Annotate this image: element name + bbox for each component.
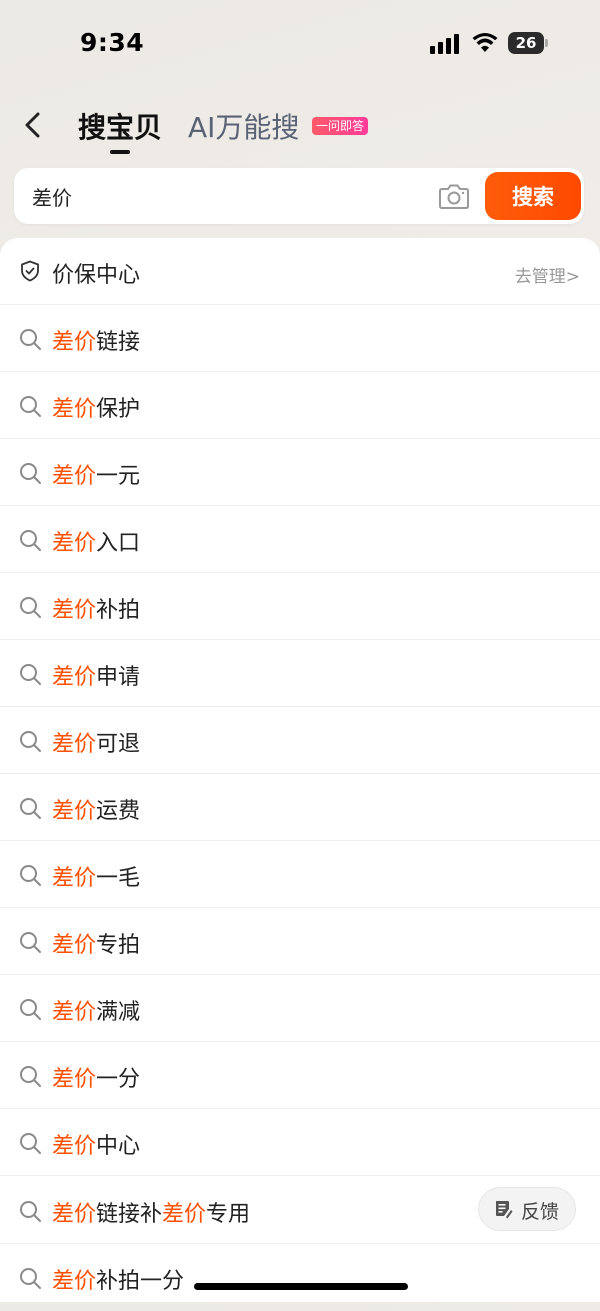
home-indicator <box>194 1283 408 1290</box>
search-icon <box>20 329 41 350</box>
price-protection-label: 价保中心 <box>52 263 141 288</box>
search-bar: 搜索 <box>14 168 584 224</box>
search-icon <box>20 1066 41 1087</box>
price-protection-row[interactable]: 价保中心 去管理> <box>0 238 600 305</box>
search-icon <box>20 999 41 1020</box>
search-icon <box>20 1201 41 1222</box>
feedback-label: 反馈 <box>521 1201 560 1223</box>
suggestion-label: 差价一元 <box>52 464 141 489</box>
suggestion-item[interactable]: 差价一元 <box>0 439 600 506</box>
search-button[interactable]: 搜索 <box>485 172 581 220</box>
suggestion-item[interactable]: 差价补拍 <box>0 573 600 640</box>
suggestion-item[interactable]: 差价保护 <box>0 372 600 439</box>
search-input[interactable] <box>32 180 392 212</box>
status-bar: 9:34 26 <box>0 0 600 90</box>
suggestion-item[interactable]: 差价可退 <box>0 707 600 774</box>
suggestion-label: 差价补拍一分 <box>52 1269 185 1294</box>
suggestion-panel: 价保中心 去管理> 差价链接差价保护差价一元差价入口差价补拍差价申请差价可退差价… <box>0 238 600 1302</box>
suggestion-item[interactable]: 差价中心 <box>0 1109 600 1176</box>
suggestion-item[interactable]: 差价满减 <box>0 975 600 1042</box>
suggestion-label: 差价链接补差价专用 <box>52 1202 251 1227</box>
suggestion-label: 差价可退 <box>52 732 141 757</box>
wifi-icon <box>472 33 498 52</box>
tab-ai-search[interactable]: AI万能搜 <box>188 106 299 146</box>
battery-level: 26 <box>515 34 537 52</box>
suggestion-label: 差价补拍 <box>52 598 141 623</box>
suggestion-label: 差价满减 <box>52 1000 141 1025</box>
suggestion-item[interactable]: 差价申请 <box>0 640 600 707</box>
suggestion-label: 差价保护 <box>52 397 141 422</box>
ai-search-badge: 一问即答 <box>312 117 369 135</box>
status-time: 9:34 <box>80 28 145 57</box>
suggestion-label: 差价一毛 <box>52 866 141 891</box>
suggestion-item[interactable]: 差价运费 <box>0 774 600 841</box>
feedback-icon <box>496 1201 513 1219</box>
suggestion-label: 差价专拍 <box>52 933 141 958</box>
search-icon <box>20 798 41 819</box>
search-icon <box>20 865 41 886</box>
suggestion-item[interactable]: 差价一毛 <box>0 841 600 908</box>
back-icon[interactable] <box>20 110 48 140</box>
suggestion-label: 差价运费 <box>52 799 141 824</box>
suggestion-label: 差价链接 <box>52 330 141 355</box>
suggestion-label: 差价中心 <box>52 1134 141 1159</box>
suggestion-item[interactable]: 差价补拍一分 <box>0 1244 600 1311</box>
battery-icon: 26 <box>508 32 550 54</box>
tab-search-products[interactable]: 搜宝贝 <box>78 106 162 146</box>
search-icon <box>20 731 41 752</box>
suggestion-label: 差价申请 <box>52 665 141 690</box>
manage-link[interactable]: 去管理> <box>515 262 580 287</box>
search-icon <box>20 463 41 484</box>
camera-icon[interactable] <box>438 181 470 211</box>
suggestion-label: 差价入口 <box>52 531 141 556</box>
search-icon <box>20 396 41 417</box>
search-icon <box>20 1268 41 1289</box>
search-icon <box>20 530 41 551</box>
shield-icon <box>21 260 39 282</box>
search-icon <box>20 664 41 685</box>
active-tab-indicator <box>110 150 130 154</box>
feedback-button[interactable]: 反馈 <box>478 1187 576 1231</box>
suggestion-item[interactable]: 差价一分 <box>0 1042 600 1109</box>
search-icon <box>20 1133 41 1154</box>
suggestion-item[interactable]: 差价专拍 <box>0 908 600 975</box>
cellular-signal-icon <box>430 34 459 54</box>
search-icon <box>20 932 41 953</box>
suggestion-item[interactable]: 差价链接补差价专用 反馈 <box>0 1177 600 1244</box>
suggestion-item[interactable]: 差价链接 <box>0 305 600 372</box>
search-icon <box>20 597 41 618</box>
suggestion-label: 差价一分 <box>52 1067 141 1092</box>
suggestion-item[interactable]: 差价入口 <box>0 506 600 573</box>
